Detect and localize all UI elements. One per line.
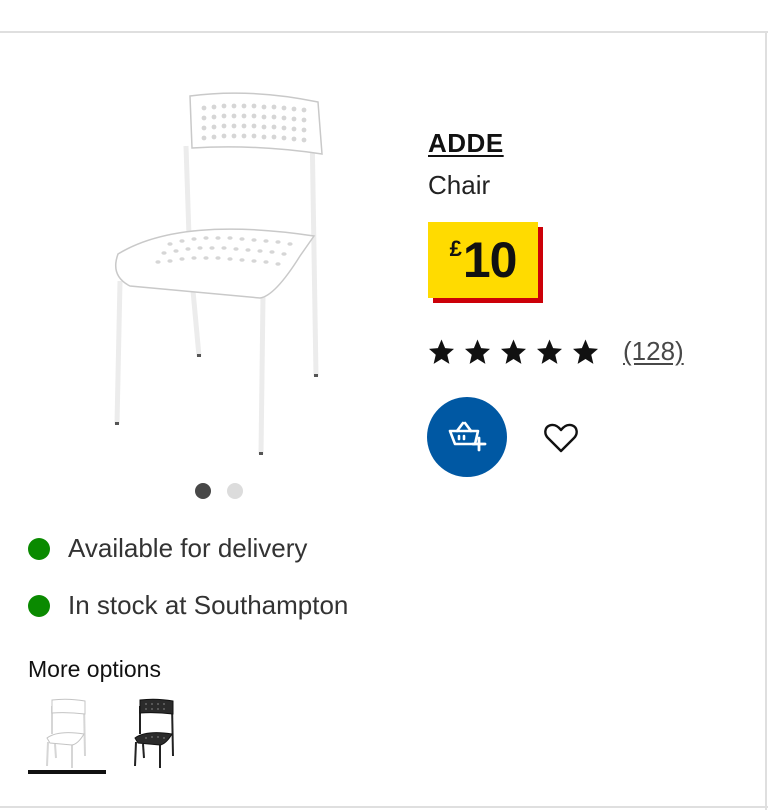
star-icon [537, 339, 562, 364]
availability-text: In stock at Southampton [68, 590, 349, 620]
product-type: Chair [428, 170, 491, 200]
image-carousel-dots [195, 483, 243, 499]
rating-stars [426, 337, 601, 367]
variant-white-chair[interactable] [28, 694, 106, 770]
availability-text: Available for delivery [68, 533, 308, 563]
price-tag: £ 10 [428, 222, 538, 298]
price-amount: 10 [462, 232, 518, 288]
star-icon [465, 339, 490, 364]
heart-outline-icon [544, 423, 578, 453]
favourite-button[interactable] [538, 418, 584, 458]
star-icon [429, 339, 454, 364]
top-divider [0, 31, 768, 33]
availability-store[interactable]: In stock at Southampton [28, 590, 348, 621]
selected-variant-indicator [28, 770, 106, 774]
product-name-link[interactable]: ADDE [428, 128, 504, 159]
status-available-icon [28, 537, 50, 560]
price-currency: £ [449, 236, 462, 261]
review-count-link[interactable]: (128) [623, 336, 684, 367]
right-divider [765, 31, 767, 810]
status-in-stock-icon [28, 594, 50, 617]
bottom-divider [0, 806, 768, 808]
product-image[interactable] [100, 86, 340, 466]
carousel-dot-2[interactable] [227, 483, 243, 499]
product-rating[interactable]: (128) [426, 336, 684, 367]
more-options-label: More options [28, 656, 161, 682]
star-icon [573, 339, 598, 364]
add-to-basket-button[interactable] [427, 397, 507, 477]
basket-plus-icon [448, 421, 487, 452]
carousel-dot-1[interactable] [195, 483, 211, 499]
variant-black-chair[interactable] [116, 694, 194, 770]
availability-delivery: Available for delivery [28, 533, 307, 564]
star-icon [501, 339, 526, 364]
